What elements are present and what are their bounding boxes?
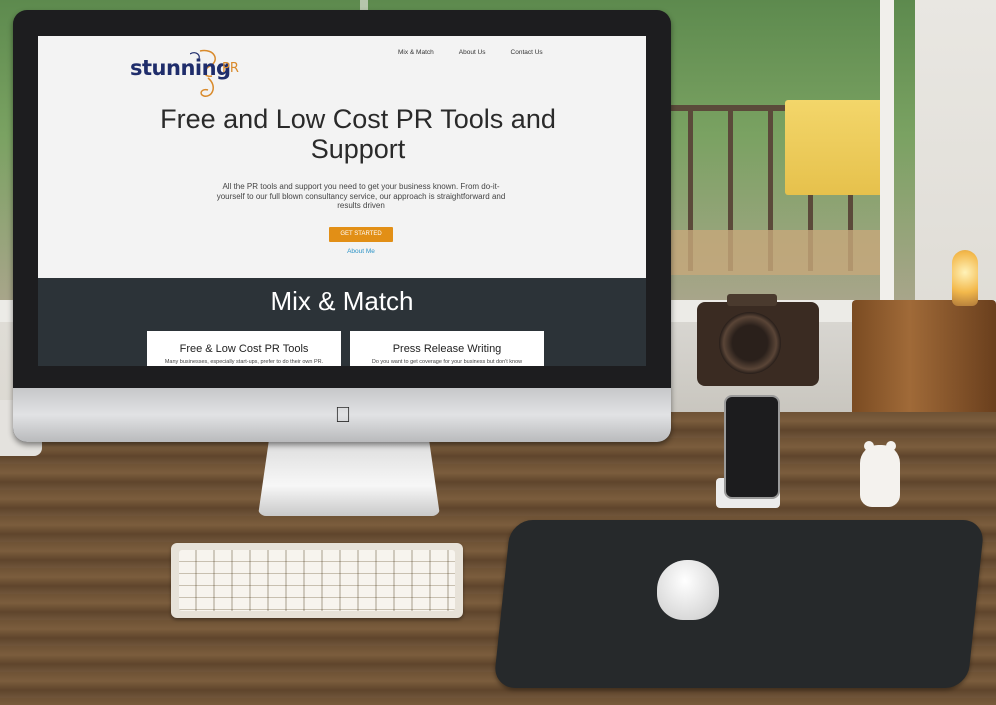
imac:  stunning PR Mix & Match About Us Conta… <box>13 10 671 442</box>
mouse[interactable] <box>657 560 719 620</box>
camera-icon <box>697 294 819 386</box>
logo-text: stunning <box>130 56 231 80</box>
bear-ear <box>864 441 874 451</box>
camera-lens <box>719 312 781 374</box>
get-started-button[interactable]: GET STARTED <box>329 227 393 242</box>
phone <box>724 395 780 499</box>
keyboard[interactable] <box>171 543 463 618</box>
nav-contact-us[interactable]: Contact Us <box>511 49 543 56</box>
window-frame <box>880 0 894 300</box>
site-logo[interactable]: stunning PR <box>130 46 244 106</box>
card-text: Many businesses, especially start-ups, p… <box>164 359 324 365</box>
hero-section: stunning PR Mix & Match About Us Contact… <box>38 36 646 278</box>
camera-top <box>727 294 777 306</box>
yellow-towel <box>785 100 893 195</box>
card-text: Do you want to get coverage for your bus… <box>371 359 523 365</box>
imac-chin:  <box>13 388 671 442</box>
nav-about-us[interactable]: About Us <box>459 49 486 56</box>
light-bulb-icon <box>952 250 978 306</box>
screen: stunning PR Mix & Match About Us Contact… <box>38 36 646 366</box>
mousepad <box>493 520 985 688</box>
apple-logo-icon:  <box>334 404 352 426</box>
service-card[interactable]: Free & Low Cost PR Tools Many businesses… <box>147 331 341 366</box>
logo-suffix: PR <box>222 61 239 76</box>
keyboard-keys[interactable] <box>179 550 455 611</box>
hero-title: Free and Low Cost PR Tools and Support <box>160 104 556 164</box>
bear-ear <box>886 441 896 451</box>
mix-match-section: Mix & Match Free & Low Cost PR Tools Man… <box>38 278 646 366</box>
deck <box>668 230 883 275</box>
hero-subtitle: All the PR tools and support you need to… <box>216 182 506 210</box>
about-me-link[interactable]: About Me <box>328 248 394 255</box>
card-title: Press Release Writing <box>392 343 502 355</box>
card-title: Free & Low Cost PR Tools <box>179 343 309 355</box>
nav-mix-match[interactable]: Mix & Match <box>398 49 434 56</box>
section-title: Mix & Match <box>270 286 414 316</box>
imac-stand <box>258 440 440 516</box>
top-nav: Mix & Match About Us Contact Us <box>398 49 543 56</box>
service-card[interactable]: Press Release Writing Do you want to get… <box>350 331 544 366</box>
polar-bear-figurine <box>860 441 900 507</box>
